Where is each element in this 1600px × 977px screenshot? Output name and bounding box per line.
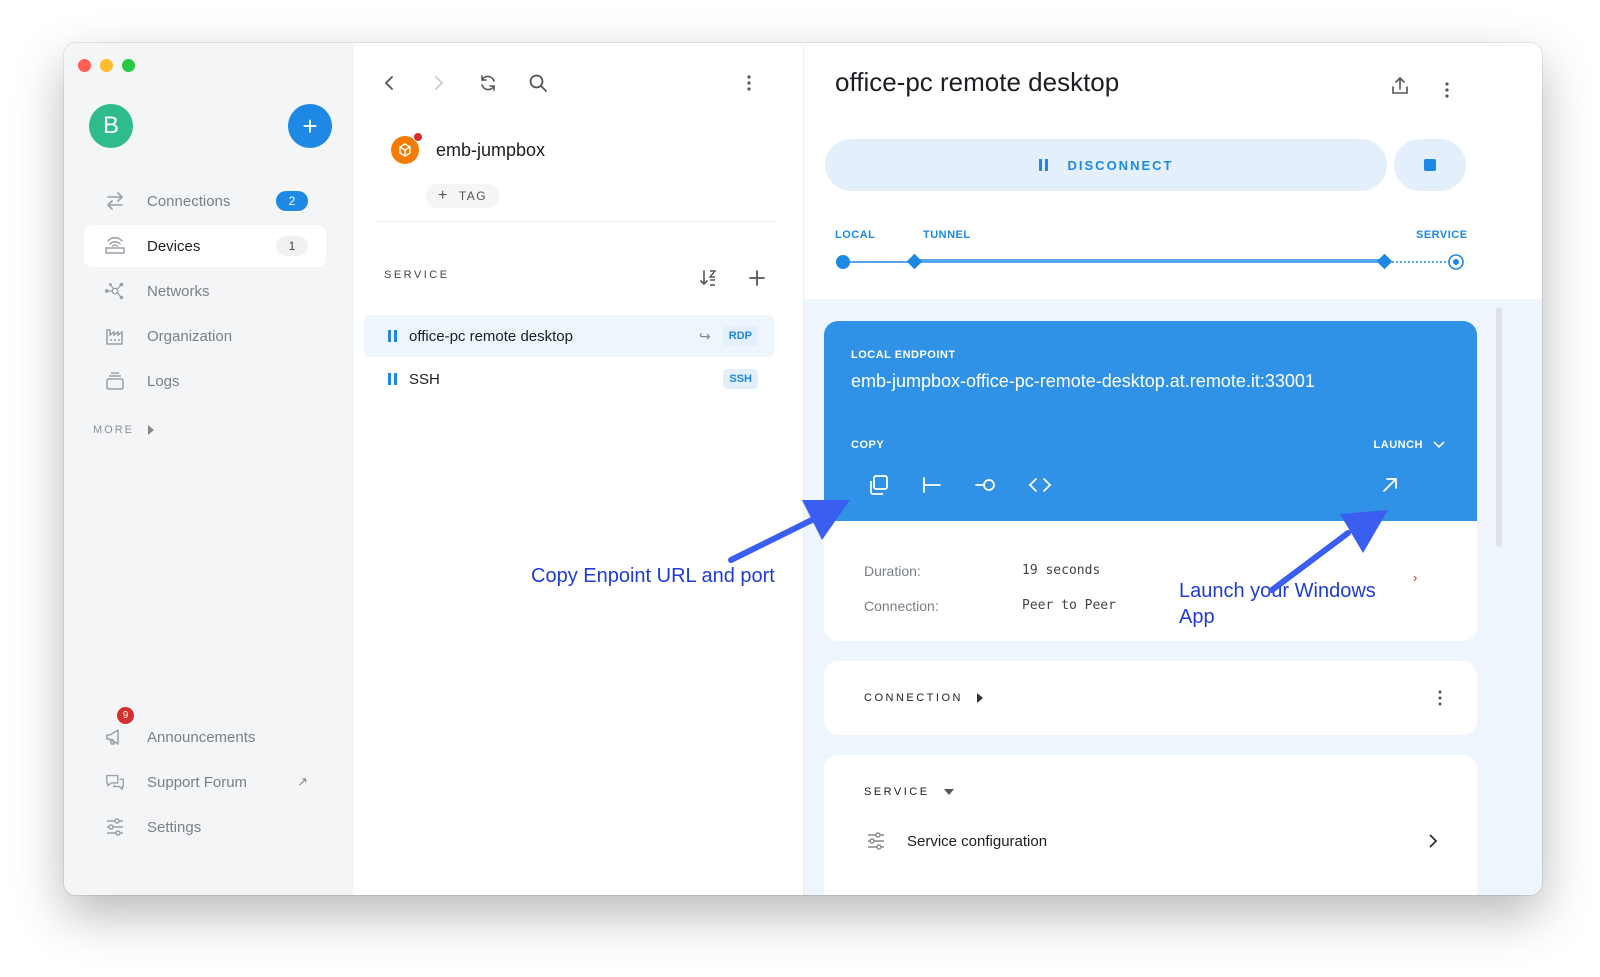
annotation-arrows [728,500,1388,593]
arrow-to-copy-icon [728,500,850,563]
arrow-to-launch-icon [1269,510,1388,593]
